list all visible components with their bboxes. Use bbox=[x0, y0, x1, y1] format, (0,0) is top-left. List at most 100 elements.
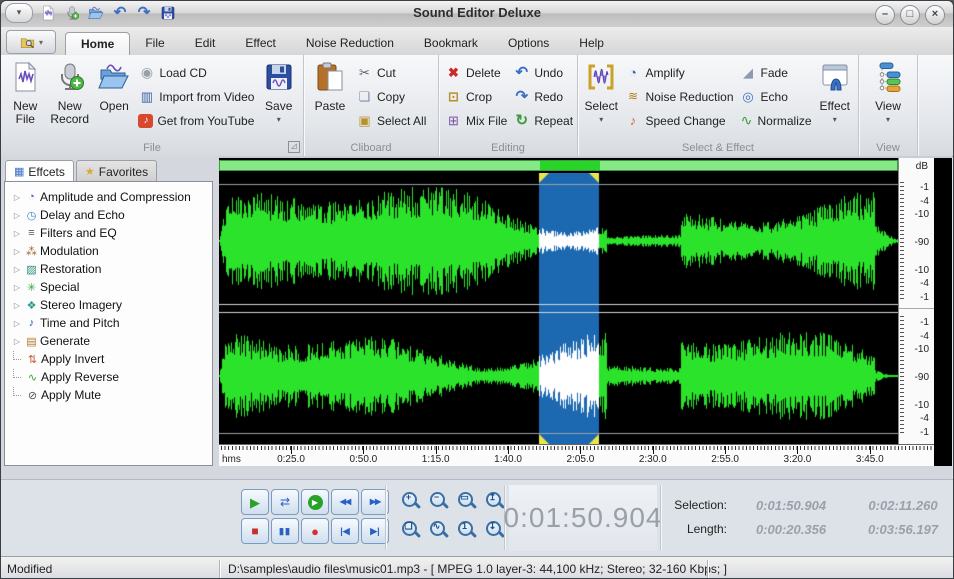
db-scale-label: -90 bbox=[915, 372, 929, 383]
expand-arrow-icon[interactable]: ▷ bbox=[11, 247, 23, 256]
tab-home[interactable]: Home bbox=[65, 32, 130, 55]
loop-button[interactable]: ⇄ bbox=[271, 489, 299, 515]
cut-button[interactable]: ✂ Cut bbox=[353, 62, 429, 83]
maximize-button[interactable]: □ bbox=[900, 5, 920, 25]
tree-item-label: Apply Invert bbox=[41, 352, 104, 366]
expand-arrow-icon[interactable]: ▷ bbox=[11, 319, 23, 328]
tree-item-modulation[interactable]: ▷⁂Modulation bbox=[5, 242, 212, 260]
normalize-button[interactable]: ∿ Normalize bbox=[737, 110, 815, 131]
tree-item-generate[interactable]: ▷▤Generate bbox=[5, 332, 212, 350]
waveform-editor: dB -1-4-10-90-10-4-1-1-4-10-90-10-4-1 hm… bbox=[219, 156, 952, 479]
tab-edit[interactable]: Edit bbox=[180, 32, 231, 55]
tab-effects[interactable]: ▦ Effcets bbox=[5, 160, 74, 182]
pause-button[interactable]: ▮▮ bbox=[271, 518, 299, 544]
record-button[interactable]: ● bbox=[301, 518, 329, 544]
tree-item-amplitude-and-compression[interactable]: ▷◔Amplitude and Compression bbox=[5, 188, 212, 206]
select-button[interactable]: Select ▾ bbox=[581, 59, 621, 124]
crop-button[interactable]: ⊡ Crop bbox=[442, 86, 510, 107]
minimize-button[interactable]: – bbox=[875, 5, 895, 25]
select-all-button[interactable]: ▣ Select All bbox=[353, 110, 429, 131]
tree-item-special[interactable]: ▷✳Special bbox=[5, 278, 212, 296]
amplify-button[interactable]: ◔ Amplify bbox=[621, 62, 736, 83]
save-button[interactable]: Save ▾ bbox=[257, 59, 300, 124]
delete-button[interactable]: ✖ Delete bbox=[442, 62, 510, 83]
repeat-button[interactable]: ↻ Repeat bbox=[510, 110, 576, 131]
application-window: ▾ ↶ ↷ Sound Editor Deluxe – □ × ▾ HomeFi… bbox=[0, 0, 954, 579]
expand-arrow-icon[interactable]: ▷ bbox=[11, 301, 23, 310]
stop-button[interactable]: ■ bbox=[241, 518, 269, 544]
tree-item-restoration[interactable]: ▷▨Restoration bbox=[5, 260, 212, 278]
select-all-icon: ▣ bbox=[356, 112, 373, 129]
copy-button[interactable]: ❏ Copy bbox=[353, 86, 429, 107]
close-button[interactable]: × bbox=[925, 5, 945, 25]
tree-item-delay-and-echo[interactable]: ▷◷Delay and Echo bbox=[5, 206, 212, 224]
file-dialog-launcher[interactable]: ◿ bbox=[288, 141, 300, 153]
selection-label: Selection: bbox=[663, 498, 735, 512]
previous-button[interactable]: |◀ bbox=[331, 518, 359, 544]
waveform-display[interactable] bbox=[219, 173, 898, 444]
zoom-out-button[interactable]: − bbox=[427, 489, 451, 513]
tab-options[interactable]: Options bbox=[493, 32, 564, 55]
new-file-button[interactable]: New File bbox=[4, 59, 47, 126]
tab-help[interactable]: Help bbox=[564, 32, 619, 55]
tree-item-filters-and-eq[interactable]: ▷≡Filters and EQ bbox=[5, 224, 212, 242]
speed-change-icon: ♪ bbox=[624, 112, 641, 129]
zoom-one-to-one-button[interactable]: 1 bbox=[455, 518, 479, 542]
favorites-tab-label: Favorites bbox=[99, 165, 148, 179]
vertical-scroll-strip[interactable] bbox=[934, 158, 952, 466]
zoom-audition-button[interactable]: ∿ bbox=[427, 518, 451, 542]
filters-and-eq-icon: ≡ bbox=[23, 227, 40, 239]
open-button[interactable]: Open bbox=[93, 59, 136, 113]
effects-tree: ▷◔Amplitude and Compression▷◷Delay and E… bbox=[4, 181, 213, 466]
zoom-full-button[interactable]: ❏ bbox=[399, 518, 423, 542]
tree-item-label: Restoration bbox=[40, 262, 101, 276]
expand-arrow-icon[interactable]: ▷ bbox=[11, 193, 23, 202]
overview-bar[interactable] bbox=[219, 160, 898, 171]
zoom-one-to-one-icon: 1 bbox=[458, 520, 471, 533]
import-from-video-button[interactable]: ▥ Import from Video bbox=[135, 86, 257, 107]
tab-file[interactable]: File bbox=[130, 32, 179, 55]
tree-item-apply-reverse[interactable]: ∿Apply Reverse bbox=[5, 368, 212, 386]
noise-reduction-button[interactable]: ≋ Noise Reduction bbox=[621, 86, 736, 107]
time-ruler[interactable]: hms 0:25.00:50.01:15.01:40.02:05.02:30.0… bbox=[219, 444, 934, 467]
expand-arrow-icon[interactable]: ▷ bbox=[11, 265, 23, 274]
expand-arrow-icon[interactable]: ▷ bbox=[11, 283, 23, 292]
load-cd-button[interactable]: ◉ Load CD bbox=[135, 62, 257, 83]
tab-favorites[interactable]: ★ Favorites bbox=[76, 160, 157, 182]
undo-button[interactable]: ↶ Undo bbox=[510, 62, 576, 83]
fade-button[interactable]: ◢ Fade bbox=[737, 62, 815, 83]
new-record-button[interactable]: New Record bbox=[47, 59, 93, 126]
tab-effect[interactable]: Effect bbox=[230, 32, 290, 55]
ruler-time-label: 0:50.0 bbox=[349, 454, 377, 465]
view-button[interactable]: View ▾ bbox=[865, 59, 911, 124]
expand-arrow-icon[interactable]: ▷ bbox=[11, 337, 23, 346]
group-label-select-effect: Select & Effect bbox=[578, 142, 858, 154]
zoom-in-button[interactable]: + bbox=[399, 489, 423, 513]
rewind-button[interactable]: ◀◀ bbox=[331, 489, 359, 515]
get-from-youtube-button[interactable]: ♪ Get from YouTube bbox=[135, 110, 257, 131]
tab-bookmark[interactable]: Bookmark bbox=[409, 32, 493, 55]
play-button[interactable]: ▶ bbox=[241, 489, 269, 515]
tree-item-time-and-pitch[interactable]: ▷♪Time and Pitch bbox=[5, 314, 212, 332]
special-icon: ✳ bbox=[23, 281, 40, 294]
tree-item-apply-invert[interactable]: ⇅Apply Invert bbox=[5, 350, 212, 368]
app-menu-button[interactable]: ▾ bbox=[6, 30, 56, 54]
expand-arrow-icon[interactable]: ▷ bbox=[11, 229, 23, 238]
zoom-to-selection-button[interactable]: ▭ bbox=[455, 489, 479, 513]
play-all-button[interactable]: ▶ bbox=[301, 489, 329, 515]
ribbon-group-editing: ✖ Delete ⊡ Crop ⊞ Mix File ↶ Und bbox=[439, 55, 578, 156]
effect-button[interactable]: Effect ▾ bbox=[815, 59, 855, 124]
overview-selection-segment bbox=[540, 161, 600, 170]
mix-file-button[interactable]: ⊞ Mix File bbox=[442, 110, 510, 131]
expand-arrow-icon[interactable]: ▷ bbox=[11, 211, 23, 220]
restoration-icon: ▨ bbox=[23, 263, 40, 276]
paste-button[interactable]: Paste bbox=[307, 59, 353, 113]
tree-item-apply-mute[interactable]: ⊘Apply Mute bbox=[5, 386, 212, 404]
tab-noise-reduction[interactable]: Noise Reduction bbox=[291, 32, 409, 55]
tree-item-stereo-imagery[interactable]: ▷❖Stereo Imagery bbox=[5, 296, 212, 314]
db-scale-label: -4 bbox=[920, 331, 929, 342]
speed-change-button[interactable]: ♪ Speed Change bbox=[621, 110, 736, 131]
redo-button[interactable]: ↷ Redo bbox=[510, 86, 576, 107]
ribbon-tab-row: ▾ HomeFileEditEffectNoise ReductionBookm… bbox=[1, 27, 953, 56]
echo-button[interactable]: ◎ Echo bbox=[737, 86, 815, 107]
